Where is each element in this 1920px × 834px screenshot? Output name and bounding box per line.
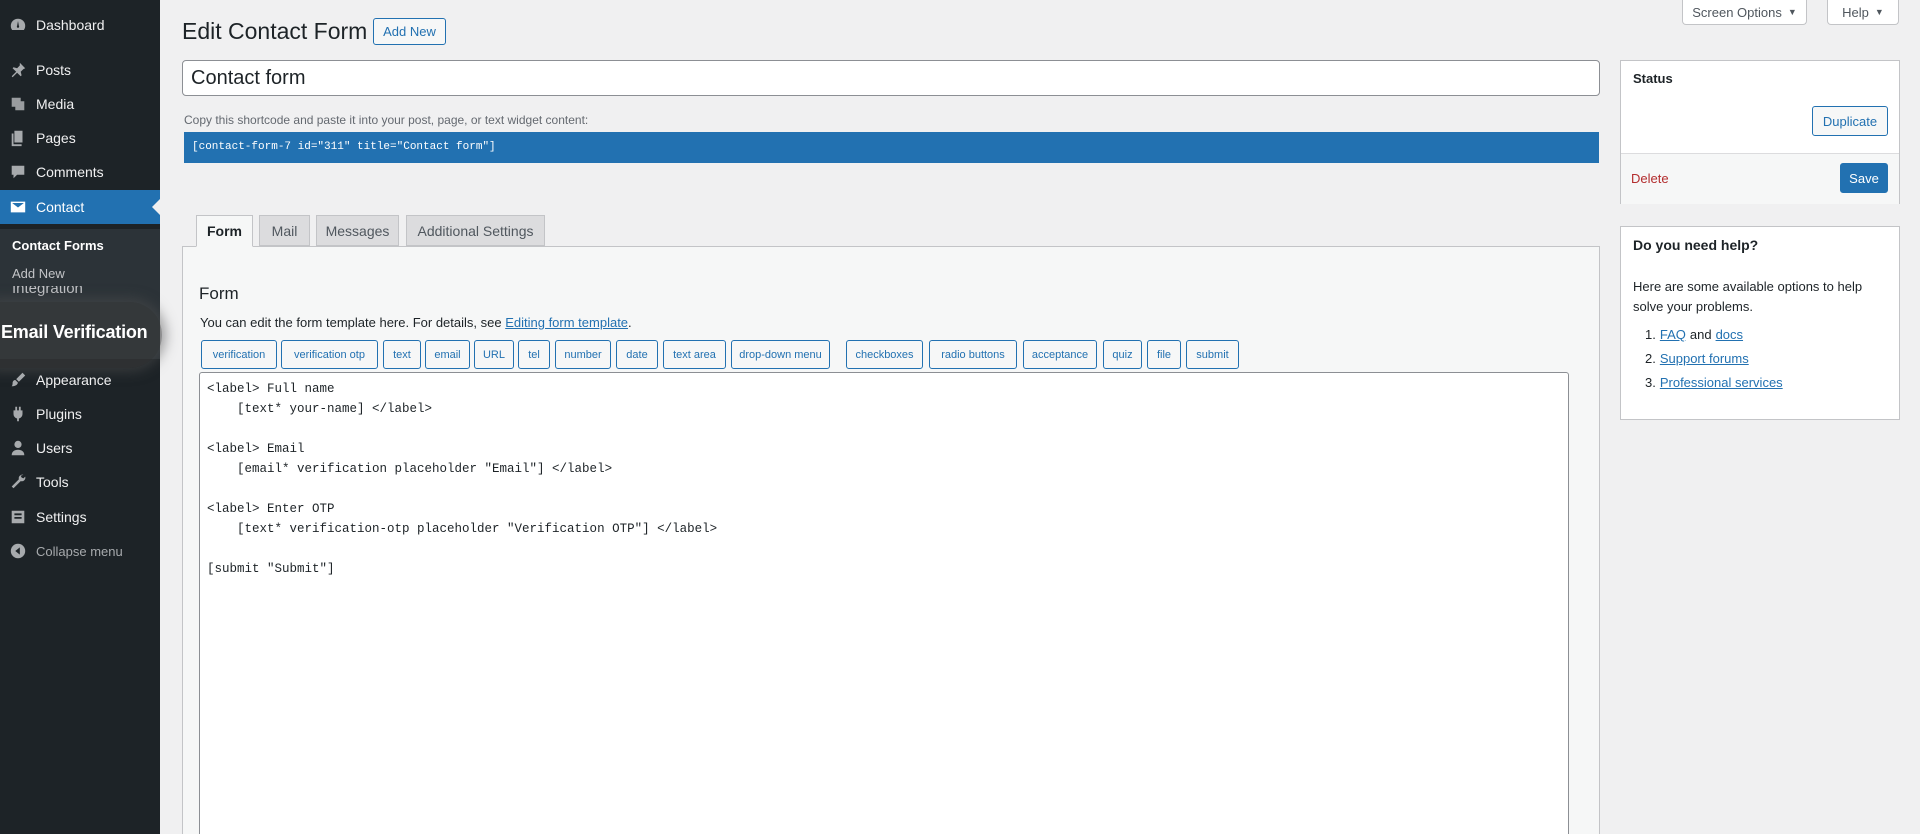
tab-additional-settings[interactable]: Additional Settings (406, 215, 545, 246)
screen-options-label: Screen Options (1692, 4, 1782, 20)
sidebar-item-label: Pages (36, 130, 76, 146)
help-button[interactable]: Help ▼ (1827, 0, 1899, 25)
sidebar-item-comments[interactable]: Comments (0, 155, 160, 189)
tab-mail[interactable]: Mail (259, 215, 310, 246)
media-icon (0, 95, 36, 113)
screen-options-button[interactable]: Screen Options ▼ (1682, 0, 1807, 25)
tag-button-drop-down-menu[interactable]: drop-down menu (731, 340, 830, 369)
sidebar-item-appearance[interactable]: Appearance (0, 363, 160, 397)
panel-title: Form (199, 284, 239, 303)
tag-button-email[interactable]: email (425, 340, 470, 369)
caret-down-icon: ▼ (1874, 7, 1884, 17)
help-box: Do you need help? Here are some availabl… (1620, 226, 1900, 420)
page-title: Edit Contact Form (182, 18, 368, 44)
status-title: Status (1633, 71, 1673, 86)
sidebar-item-plugins[interactable]: Plugins (0, 397, 160, 431)
dashboard-icon (0, 16, 36, 34)
tag-button-url[interactable]: URL (474, 340, 514, 369)
tag-button-text[interactable]: text (383, 340, 421, 369)
tag-button-acceptance[interactable]: acceptance (1023, 340, 1097, 369)
settings-icon (0, 508, 36, 526)
tag-button-tel[interactable]: tel (518, 340, 550, 369)
sidebar-item-dashboard[interactable]: Dashboard (0, 8, 160, 42)
sidebar-item-label: Contact (36, 199, 85, 215)
and-text: and (1689, 327, 1712, 342)
brush-icon (0, 371, 36, 389)
support-forums-link[interactable]: Support forums (1660, 351, 1749, 375)
collapse-menu-button[interactable]: Collapse menu (0, 534, 160, 568)
collapse-arrow-icon (0, 542, 36, 560)
tag-button-checkboxes[interactable]: checkboxes (846, 340, 923, 369)
shortcode-field[interactable]: [contact-form-7 id="311" title="Contact … (184, 132, 1599, 163)
tag-button-number[interactable]: number (555, 340, 611, 369)
panel-description-suffix: . (628, 315, 632, 330)
sidebar-item-label: Dashboard (36, 17, 105, 33)
editing-form-template-link[interactable]: Editing form template (505, 315, 628, 330)
list-item: 1. FAQ and docs (1645, 327, 1783, 351)
sidebar-item-tools[interactable]: Tools (0, 465, 160, 499)
tag-button-text-area[interactable]: text area (663, 340, 726, 369)
list-number: 3. (1645, 375, 1656, 390)
sidebar-item-email-verification[interactable]: Email Verification (1, 322, 148, 343)
list-item: 2. Support forums (1645, 351, 1783, 375)
help-list: 1. FAQ and docs 2. Support forums 3. Pro… (1645, 327, 1783, 399)
shortcode-label: Copy this shortcode and paste it into yo… (184, 113, 589, 127)
help-label: Help (1842, 4, 1869, 20)
delete-link[interactable]: Delete (1631, 171, 1669, 186)
sidebar-item-users[interactable]: Users (0, 431, 160, 465)
submenu-add-new[interactable]: Add New (12, 266, 65, 281)
professional-services-link[interactable]: Professional services (1660, 375, 1783, 399)
docs-link[interactable]: docs (1716, 327, 1743, 351)
pages-icon (0, 129, 36, 147)
submenu-integration[interactable]: Integration (12, 286, 122, 300)
sidebar-item-label: Plugins (36, 406, 82, 422)
duplicate-button[interactable]: Duplicate (1812, 106, 1888, 136)
save-button[interactable]: Save (1840, 163, 1888, 193)
tag-button-quiz[interactable]: quiz (1103, 340, 1142, 369)
panel-description: You can edit the form template here. For… (200, 315, 632, 330)
sidebar-item-contact[interactable]: Contact (0, 190, 160, 224)
tab-messages[interactable]: Messages (316, 215, 399, 246)
tag-button-radio-buttons[interactable]: radio buttons (929, 340, 1017, 369)
tab-form[interactable]: Form (196, 215, 253, 247)
sidebar-item-settings[interactable]: Settings (0, 500, 160, 534)
tag-button-verification-otp[interactable]: verification otp (281, 340, 378, 369)
sidebar-item-pages[interactable]: Pages (0, 121, 160, 155)
sidebar-item-label: Tools (36, 474, 69, 490)
pin-icon (0, 61, 36, 79)
sidebar-item-label: Appearance (36, 372, 112, 388)
sidebar-item-label: Users (36, 440, 73, 456)
form-template-editor[interactable]: <label> Full name [text* your-name] </la… (199, 372, 1569, 834)
sidebar-item-label: Settings (36, 509, 87, 525)
tag-button-date[interactable]: date (616, 340, 658, 369)
collapse-menu-label: Collapse menu (36, 543, 123, 559)
mail-icon (0, 198, 36, 216)
sidebar-item-label: Comments (36, 164, 104, 180)
comment-icon (0, 163, 36, 181)
panel-description-text: You can edit the form template here. For… (200, 315, 506, 330)
sidebar-item-label: Posts (36, 62, 72, 78)
caret-down-icon: ▼ (1787, 7, 1797, 17)
faq-link[interactable]: FAQ (1660, 327, 1686, 351)
list-item: 3. Professional services (1645, 375, 1783, 399)
form-title-input[interactable]: Contact form (182, 60, 1600, 96)
wrench-icon (0, 473, 36, 491)
tag-button-verification[interactable]: verification (201, 340, 277, 369)
list-number: 1. (1645, 327, 1656, 342)
list-number: 2. (1645, 351, 1656, 366)
plugin-icon (0, 405, 36, 423)
tag-button-file[interactable]: file (1147, 340, 1181, 369)
help-title: Do you need help? (1633, 237, 1759, 253)
add-new-button[interactable]: Add New (373, 18, 446, 45)
sidebar-item-posts[interactable]: Posts (0, 53, 160, 87)
sidebar-item-media[interactable]: Media (0, 87, 160, 121)
sidebar-item-label: Media (36, 96, 75, 112)
help-text: Here are some available options to help … (1633, 279, 1863, 314)
user-icon (0, 439, 36, 457)
admin-sidebar: Dashboard Posts Media Pages Comments Con… (0, 0, 162, 834)
tag-button-submit[interactable]: submit (1186, 340, 1239, 369)
submenu-contact-forms[interactable]: Contact Forms (12, 238, 104, 253)
